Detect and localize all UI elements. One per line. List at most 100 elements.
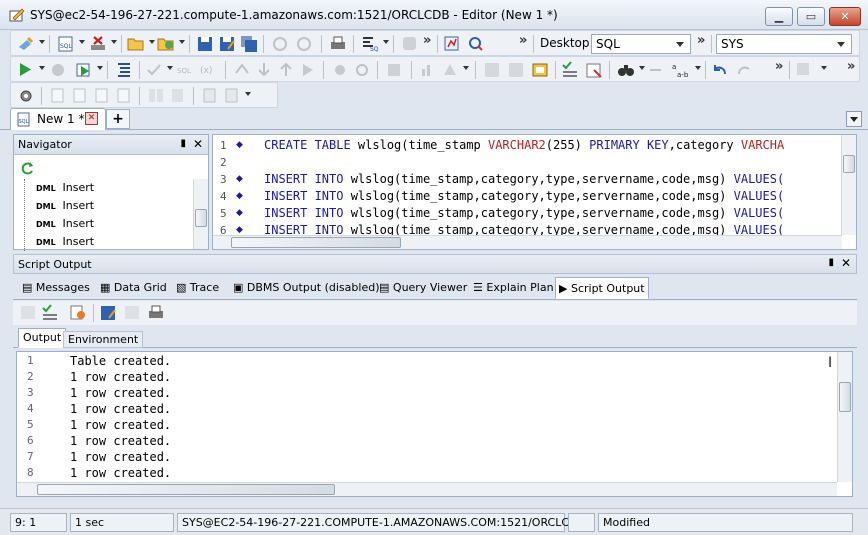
uppercase-icon[interactable] <box>483 61 501 78</box>
variables-icon[interactable]: (x) <box>199 61 217 78</box>
new-file-icon[interactable] <box>49 87 67 104</box>
check-syntax-icon[interactable] <box>561 61 579 78</box>
chevron-down-icon[interactable] <box>97 66 103 70</box>
more-icon[interactable]: » <box>519 33 527 48</box>
code-area[interactable]: CREATE TABLE wlslog(time_stamp VARCHAR2(… <box>264 135 842 235</box>
more-icon[interactable]: » <box>775 59 783 74</box>
commit-icon[interactable] <box>145 61 163 78</box>
sql-worksheet-icon[interactable]: SQL <box>57 35 75 52</box>
maximize-button[interactable]: ▭ <box>797 7 825 26</box>
chevron-down-icon[interactable] <box>79 40 85 44</box>
sql-tuning-icon[interactable]: SQL <box>175 61 193 78</box>
save-output-icon[interactable] <box>99 304 117 321</box>
undo-history-icon[interactable] <box>271 35 289 52</box>
run-statement-icon[interactable] <box>17 61 35 78</box>
remove-icon[interactable] <box>89 35 107 52</box>
go-to-icon[interactable] <box>647 61 665 78</box>
external-tools-icon[interactable] <box>795 61 813 78</box>
print-icon[interactable] <box>329 35 347 52</box>
debug-icon[interactable] <box>331 61 349 78</box>
tab-list-dropdown[interactable] <box>846 111 862 127</box>
chevron-down-icon[interactable] <box>39 66 45 70</box>
redo-history-icon[interactable] <box>295 35 313 52</box>
lowercase-icon[interactable] <box>507 61 525 78</box>
freeze-icon[interactable] <box>19 304 37 321</box>
chevron-down-icon[interactable] <box>149 40 155 44</box>
list-item[interactable]: DML Insert <box>24 216 94 230</box>
clear-output-icon[interactable] <box>123 304 141 321</box>
clear-history-icon[interactable] <box>585 61 603 78</box>
tab-dbms-output[interactable]: ▣ DBMS Output (disabled) <box>230 277 382 299</box>
print-icon[interactable] <box>147 304 165 321</box>
close-button[interactable]: ✕ <box>829 7 861 26</box>
tab-explain-plan[interactable]: ☰ Explain Plan <box>470 277 557 299</box>
settings-gear-icon[interactable] <box>17 87 35 104</box>
output-vertical-scrollbar[interactable] <box>837 352 852 482</box>
code-editor[interactable]: 1 2 3 4 5 6 ◆ ◆ ◆ ◆ ◆ CREATE TABLE wlslo… <box>212 134 857 250</box>
chevron-down-icon[interactable] <box>695 66 701 70</box>
paste-file-icon[interactable] <box>93 87 111 104</box>
editor-horizontal-scrollbar[interactable] <box>213 235 842 249</box>
tab-data-grid[interactable]: ▦ Data Grid <box>97 277 170 299</box>
pin-icon[interactable]: ▮ <box>180 138 186 149</box>
connection-select[interactable]: SYS <box>716 34 852 54</box>
chevron-down-icon[interactable] <box>463 66 469 70</box>
save-all-icon[interactable] <box>240 35 258 52</box>
replace-icon[interactable]: aa-b <box>671 61 689 78</box>
breakpoint-icon[interactable] <box>353 61 371 78</box>
step-into-icon[interactable] <box>255 61 273 78</box>
resume-icon[interactable] <box>299 61 317 78</box>
navigator-scrollbar[interactable] <box>193 179 208 249</box>
chevron-down-icon[interactable] <box>245 92 251 96</box>
list-item[interactable]: DML Insert <box>24 198 94 212</box>
list-item[interactable]: DML Insert <box>24 180 94 194</box>
chevron-down-icon[interactable] <box>167 66 173 70</box>
list-item[interactable]: DML Insert <box>24 234 94 248</box>
tab-environment[interactable]: Environment <box>63 331 144 348</box>
history-icon[interactable] <box>201 87 219 104</box>
autotrace-icon[interactable] <box>443 35 461 52</box>
undo-icon[interactable] <box>711 61 729 78</box>
execute-icon[interactable] <box>75 61 93 78</box>
desktop-select[interactable]: SQL <box>591 34 691 54</box>
close-tab-icon[interactable]: ✕ <box>85 112 98 125</box>
compile-icon[interactable] <box>385 61 403 78</box>
add-tab-button[interactable]: + <box>106 109 130 129</box>
explain-plan-icon[interactable] <box>115 61 133 78</box>
chevron-down-icon[interactable] <box>383 40 389 44</box>
binoculars-icon[interactable] <box>617 61 635 78</box>
chevron-down-icon[interactable] <box>821 66 827 70</box>
close-icon[interactable]: ✕ <box>193 137 203 151</box>
step-over-icon[interactable] <box>233 61 251 78</box>
clear-icon[interactable] <box>441 61 459 78</box>
more-icon[interactable]: » <box>697 33 705 48</box>
open-folder-icon[interactable] <box>127 35 145 52</box>
open-external-icon[interactable] <box>223 87 241 104</box>
open-recent-icon[interactable] <box>157 35 175 52</box>
save-icon[interactable] <box>196 35 214 52</box>
tab-trace[interactable]: ▧ Trace <box>173 277 222 299</box>
find-output-icon[interactable] <box>69 304 87 321</box>
merge-icon[interactable] <box>169 87 187 104</box>
tab-output[interactable]: Output <box>18 328 67 348</box>
pin-icon[interactable]: ▮ <box>828 257 834 268</box>
copy-file-icon[interactable] <box>71 87 89 104</box>
chevron-down-icon[interactable] <box>111 40 117 44</box>
tab-messages[interactable]: ▤ Messages <box>19 277 93 299</box>
more-icon[interactable]: » <box>423 33 431 48</box>
refresh-icon[interactable] <box>21 161 35 175</box>
output-text-area[interactable]: 1 Table created. 21 row created. 31 row c… <box>16 351 853 497</box>
redo-icon[interactable] <box>735 61 753 78</box>
chevron-down-icon[interactable] <box>39 40 45 44</box>
chevron-down-icon[interactable] <box>639 66 645 70</box>
delete-file-icon[interactable] <box>115 87 133 104</box>
editor-vertical-scrollbar[interactable] <box>841 135 856 235</box>
profiler-icon[interactable] <box>419 61 437 78</box>
highlight-icon[interactable] <box>41 304 59 321</box>
cancel-task-icon[interactable] <box>401 35 419 52</box>
step-out-icon[interactable] <box>277 61 295 78</box>
output-horizontal-scrollbar[interactable] <box>17 482 837 496</box>
find-icon[interactable] <box>467 35 485 52</box>
connect-icon[interactable] <box>17 35 35 52</box>
close-icon[interactable]: ✕ <box>841 256 851 270</box>
